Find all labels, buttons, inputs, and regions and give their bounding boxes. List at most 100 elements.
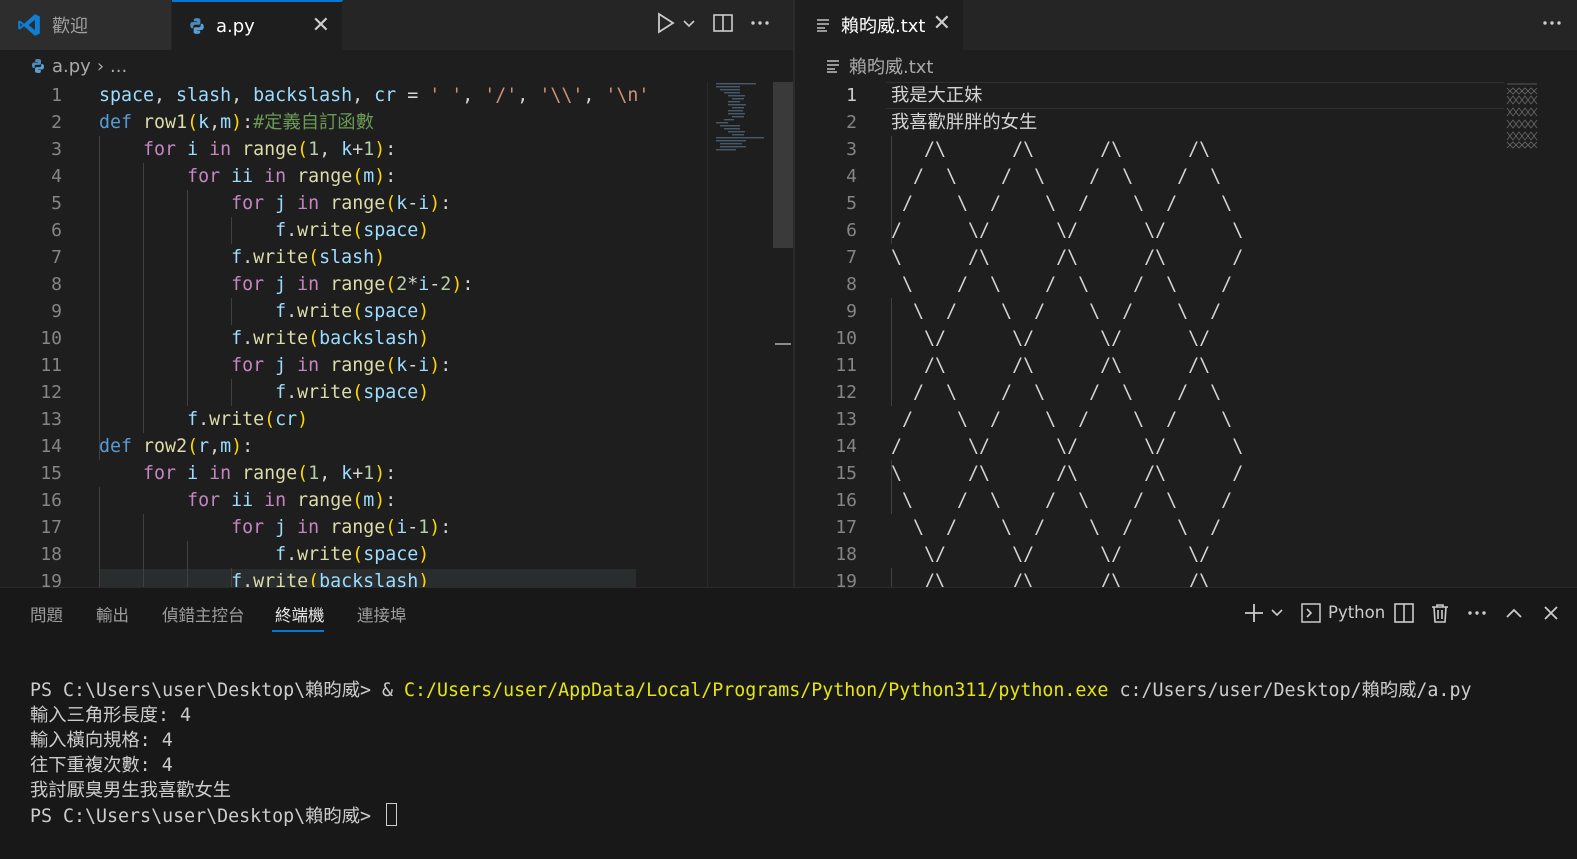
text-line[interactable]: 5 / \ / \ / \ / \ bbox=[795, 190, 1505, 217]
line-number: 19 bbox=[40, 571, 62, 587]
chevron-down-icon[interactable] bbox=[682, 14, 696, 38]
code-line[interactable]: 13 f.write(cr) bbox=[0, 406, 707, 433]
close-icon[interactable]: ✕ bbox=[312, 15, 330, 37]
run-python-file-button[interactable] bbox=[656, 12, 676, 39]
text-content: \/ \/ \/ \/ bbox=[891, 544, 1211, 565]
terminal-icon[interactable] bbox=[1300, 602, 1322, 628]
panel-tab-problems[interactable]: 問題 bbox=[30, 602, 63, 626]
tab-a-py[interactable]: a.py ✕ bbox=[172, 0, 343, 50]
text-line[interactable]: 14 / \/ \/ \/ \ bbox=[795, 433, 1505, 460]
split-terminal-icon[interactable] bbox=[1393, 602, 1415, 628]
code-line[interactable]: 3 for i in range(1, k+1): bbox=[0, 136, 707, 163]
text-content: / \ / \ / \ / \ bbox=[891, 193, 1233, 214]
terminal-output-line: 往下重複次數: 4 bbox=[30, 755, 173, 776]
code-line[interactable]: 10 f.write(backslash) bbox=[0, 325, 707, 352]
terminal-command-line[interactable]: PS C:\Users\user\Desktop\賴昀威> & C:/Users… bbox=[30, 678, 1471, 703]
panel-tab-debug-console[interactable]: 偵錯主控台 bbox=[162, 602, 245, 626]
text-line[interactable]: 3 /\ /\ /\ /\ bbox=[795, 136, 1505, 163]
text-line[interactable]: 7 \ /\ /\ /\ / bbox=[795, 244, 1505, 271]
line-number: 9 bbox=[51, 301, 62, 322]
code-line[interactable]: 15 for i in range(1, k+1): bbox=[0, 460, 707, 487]
tab-welcome[interactable]: 歡迎 bbox=[0, 0, 172, 50]
text-content: \ /\ /\ /\ / bbox=[891, 247, 1244, 268]
chevron-up-icon[interactable] bbox=[1504, 602, 1524, 628]
text-line[interactable]: 10 \/ \/ \/ \/ bbox=[795, 325, 1505, 352]
line-number: 14 bbox=[40, 436, 62, 457]
panel-tab-terminal[interactable]: 終端機 bbox=[275, 602, 325, 626]
text-line[interactable]: 4 / \ / \ / \ / \ bbox=[795, 163, 1505, 190]
text-line[interactable]: 15 \ /\ /\ /\ / bbox=[795, 460, 1505, 487]
code-line[interactable]: 18 f.write(space) bbox=[0, 541, 707, 568]
new-terminal-icon[interactable] bbox=[1243, 602, 1265, 628]
code-line[interactable]: 7 f.write(slash) bbox=[0, 244, 707, 271]
left-editor-group: 歡迎 a.py ✕ a.py › ... 1 space, slash, bac… bbox=[0, 0, 793, 587]
code-line[interactable]: 12 f.write(space) bbox=[0, 379, 707, 406]
minimap[interactable] bbox=[1505, 82, 1557, 587]
code-line[interactable]: 6 f.write(space) bbox=[0, 217, 707, 244]
code-editor[interactable]: 1 space, slash, backslash, cr = ' ', '/',… bbox=[0, 82, 707, 587]
code-line[interactable]: 1 space, slash, backslash, cr = ' ', '/',… bbox=[0, 82, 707, 109]
minimap[interactable] bbox=[707, 82, 773, 587]
trash-icon[interactable] bbox=[1429, 602, 1451, 628]
code-line[interactable]: 2 def row1(k,m):#定義自訂函數 bbox=[0, 109, 707, 136]
close-panel-icon[interactable] bbox=[1541, 602, 1561, 628]
code-text: f.write(slash) bbox=[231, 247, 386, 268]
more-actions-icon[interactable] bbox=[1541, 12, 1563, 39]
split-editor-icon[interactable] bbox=[712, 12, 734, 39]
text-editor[interactable]: 1 我是大正妹 2 我喜歡胖胖的女生 3 /\ /\ /\ /\ 4 / \ / \ / … bbox=[795, 82, 1505, 587]
more-actions-icon[interactable] bbox=[1466, 602, 1488, 628]
text-line[interactable]: 9 \ / \ / \ / \ / bbox=[795, 298, 1505, 325]
tab-welcome-label: 歡迎 bbox=[52, 16, 88, 37]
code-line[interactable]: 9 f.write(space) bbox=[0, 298, 707, 325]
more-actions-icon[interactable] bbox=[749, 12, 771, 39]
text-line[interactable]: 1 我是大正妹 bbox=[795, 82, 1505, 109]
text-line[interactable]: 16 \ / \ / \ / \ / bbox=[795, 487, 1505, 514]
line-number: 13 bbox=[40, 409, 62, 430]
line-number: 2 bbox=[51, 112, 62, 133]
text-line[interactable]: 12 / \ / \ / \ / \ bbox=[795, 379, 1505, 406]
scrollbar-thumb[interactable] bbox=[773, 82, 793, 248]
text-line[interactable]: 8 \ / \ / \ / \ / bbox=[795, 271, 1505, 298]
line-number: 17 bbox=[835, 517, 857, 538]
terminal-shell-label[interactable]: Python bbox=[1328, 602, 1385, 624]
code-line[interactable]: 17 for j in range(i-1): bbox=[0, 514, 707, 541]
code-line[interactable]: 19 f.write(backslash) bbox=[0, 568, 707, 587]
terminal-prompt-line[interactable]: PS C:\Users\user\Desktop\賴昀威> bbox=[30, 803, 398, 829]
chevron-right-icon: › bbox=[96, 55, 105, 77]
text-content: / \/ \/ \/ \ bbox=[891, 220, 1244, 241]
text-line[interactable]: 17 \ / \ / \ / \ / bbox=[795, 514, 1505, 541]
text-line[interactable]: 11 /\ /\ /\ /\ bbox=[795, 352, 1505, 379]
code-text: f.write(space) bbox=[275, 220, 430, 241]
text-line[interactable]: 19 /\ /\ /\ /\ bbox=[795, 568, 1505, 587]
line-number: 18 bbox=[40, 544, 62, 565]
line-number: 12 bbox=[835, 382, 857, 403]
text-line[interactable]: 13 / \ / \ / \ / \ bbox=[795, 406, 1505, 433]
text-file-icon bbox=[815, 17, 831, 33]
line-number: 14 bbox=[835, 436, 857, 457]
breadcrumb-file[interactable]: a.py bbox=[52, 56, 91, 77]
code-line[interactable]: 5 for j in range(k-i): bbox=[0, 190, 707, 217]
code-line[interactable]: 11 for j in range(k-i): bbox=[0, 352, 707, 379]
breadcrumb-symbol[interactable]: ... bbox=[110, 56, 127, 77]
line-number: 15 bbox=[40, 463, 62, 484]
panel-tab-output[interactable]: 輸出 bbox=[96, 602, 129, 626]
code-line[interactable]: 16 for ii in range(m): bbox=[0, 487, 707, 514]
chevron-down-icon[interactable] bbox=[1270, 604, 1284, 626]
code-line[interactable]: 14 def row2(r,m): bbox=[0, 433, 707, 460]
panel-tab-ports[interactable]: 連接埠 bbox=[357, 602, 407, 626]
text-line[interactable]: 6 / \/ \/ \/ \ bbox=[795, 217, 1505, 244]
breadcrumb-file[interactable]: 賴昀威.txt bbox=[849, 53, 934, 79]
code-line[interactable]: 8 for j in range(2*i-2): bbox=[0, 271, 707, 298]
close-icon[interactable]: ✕ bbox=[933, 13, 951, 35]
line-number: 7 bbox=[51, 247, 62, 268]
text-content: \ / \ / \ / \ / bbox=[891, 301, 1222, 322]
code-text: for i in range(1, k+1): bbox=[143, 139, 397, 160]
text-line[interactable]: 2 我喜歡胖胖的女生 bbox=[795, 109, 1505, 136]
bottom-panel: 問題 輸出 偵錯主控台 終端機 連接埠 Python PS C:\Users\u… bbox=[0, 587, 1577, 859]
text-content: / \ / \ / \ / \ bbox=[891, 409, 1233, 430]
vertical-scrollbar[interactable] bbox=[773, 82, 793, 587]
code-line[interactable]: 4 for ii in range(m): bbox=[0, 163, 707, 190]
tab-text-file[interactable]: 賴昀威.txt ✕ bbox=[795, 0, 964, 50]
text-content: \ /\ /\ /\ / bbox=[891, 463, 1244, 484]
text-line[interactable]: 18 \/ \/ \/ \/ bbox=[795, 541, 1505, 568]
